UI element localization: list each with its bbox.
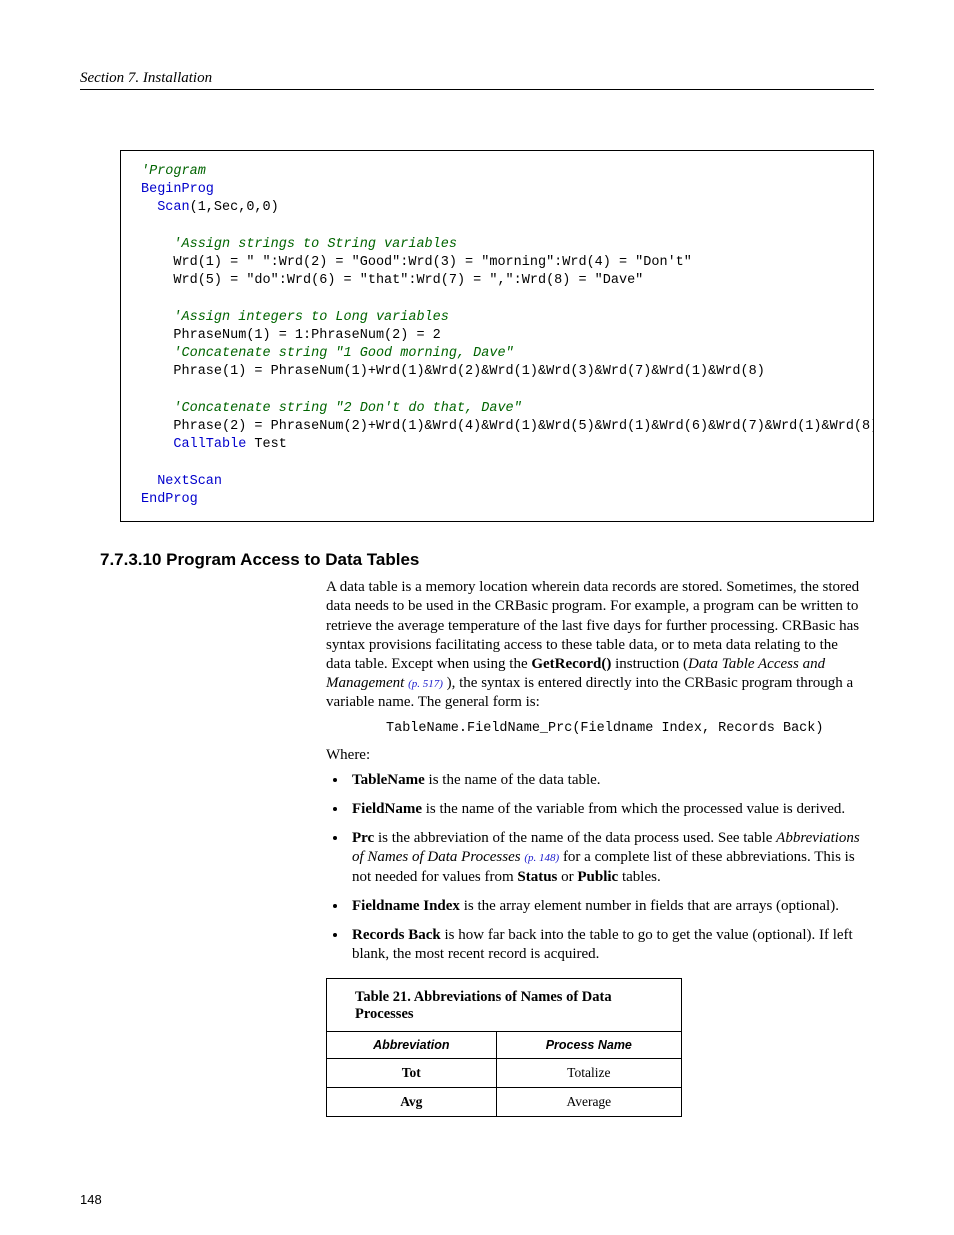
list-item: Prc is the abbreviation of the name of t… <box>348 829 864 887</box>
code-text: Wrd(5) = "do":Wrd(6) = "that":Wrd(7) = "… <box>141 273 643 288</box>
abbr-cell: Tot <box>327 1059 497 1088</box>
text: tables. <box>618 869 661 885</box>
list-item: TableName is the name of the data table. <box>348 771 864 790</box>
definition: is the array element number in fields th… <box>460 898 839 914</box>
table-row: Tot Totalize <box>327 1059 682 1088</box>
table-title-row: Table 21. Abbreviations of Names of Data… <box>327 979 682 1032</box>
definition: is the name of the data table. <box>425 772 601 788</box>
column-header: Process Name <box>496 1032 681 1059</box>
page: Section 7. Installation 'Program BeginPr… <box>0 0 954 1235</box>
text: instruction ( <box>611 656 688 672</box>
bold-text: GetRecord() <box>531 656 611 672</box>
page-reference-link[interactable]: (p. 517) <box>408 678 443 690</box>
table-row: Avg Average <box>327 1088 682 1117</box>
term: Fieldname Index <box>352 898 460 914</box>
code-listing: 'Program BeginProg Scan(1,Sec,0,0) 'Assi… <box>120 150 874 522</box>
code-keyword: NextScan <box>141 474 222 489</box>
table-container: Table 21. Abbreviations of Names of Data… <box>326 978 874 1117</box>
bold-text: Status <box>517 869 557 885</box>
where-label: Where: <box>326 746 864 765</box>
abbr-cell: Avg <box>327 1088 497 1117</box>
code-keyword: EndProg <box>141 492 198 507</box>
page-reference-link[interactable]: (p. 148) <box>524 852 559 864</box>
text: or <box>557 869 577 885</box>
code-text: (1,Sec,0,0) <box>190 200 279 215</box>
definition: is the name of the variable from which t… <box>422 801 845 817</box>
code-text: Test <box>246 437 287 452</box>
abbreviations-table: Table 21. Abbreviations of Names of Data… <box>326 978 682 1117</box>
code-keyword: CallTable <box>141 437 246 452</box>
section-heading: 7.7.3.10 Program Access to Data Tables <box>100 550 874 570</box>
list-item: FieldName is the name of the variable fr… <box>348 800 864 819</box>
bullet-list: TableName is the name of the data table.… <box>326 771 864 965</box>
code-comment: 'Concatenate string "2 Don't do that, Da… <box>141 401 522 416</box>
page-number: 148 <box>80 1192 102 1207</box>
code-keyword: Scan <box>141 200 190 215</box>
process-cell: Totalize <box>496 1059 681 1088</box>
body-column: A data table is a memory location wherei… <box>326 578 864 964</box>
term: TableName <box>352 772 425 788</box>
bold-text: Public <box>577 869 618 885</box>
list-item: Records Back is how far back into the ta… <box>348 926 864 964</box>
code-text: Phrase(1) = PhraseNum(1)+Wrd(1)&Wrd(2)&W… <box>141 364 765 379</box>
code-text: Wrd(1) = " ":Wrd(2) = "Good":Wrd(3) = "m… <box>141 255 692 270</box>
term: FieldName <box>352 801 422 817</box>
table-title: Table 21. Abbreviations of Names of Data… <box>327 979 682 1032</box>
column-header: Abbreviation <box>327 1032 497 1059</box>
code-comment: 'Assign strings to String variables <box>141 237 457 252</box>
code-comment: 'Concatenate string "1 Good morning, Dav… <box>141 346 514 361</box>
code-comment: 'Program <box>141 164 206 179</box>
code-keyword: BeginProg <box>141 182 214 197</box>
text: is the abbreviation of the name of the d… <box>374 830 776 846</box>
code-text: Phrase(2) = PhraseNum(2)+Wrd(1)&Wrd(4)&W… <box>141 419 874 434</box>
running-header: Section 7. Installation <box>80 70 874 90</box>
table-header-row: Abbreviation Process Name <box>327 1032 682 1059</box>
syntax-example: TableName.FieldName_Prc(Fieldname Index,… <box>386 720 864 737</box>
code-comment: 'Assign integers to Long variables <box>141 310 449 325</box>
list-item: Fieldname Index is the array element num… <box>348 897 864 916</box>
term: Records Back <box>352 927 441 943</box>
code-text: PhraseNum(1) = 1:PhraseNum(2) = 2 <box>141 328 441 343</box>
paragraph: A data table is a memory location wherei… <box>326 578 864 712</box>
term: Prc <box>352 830 374 846</box>
process-cell: Average <box>496 1088 681 1117</box>
